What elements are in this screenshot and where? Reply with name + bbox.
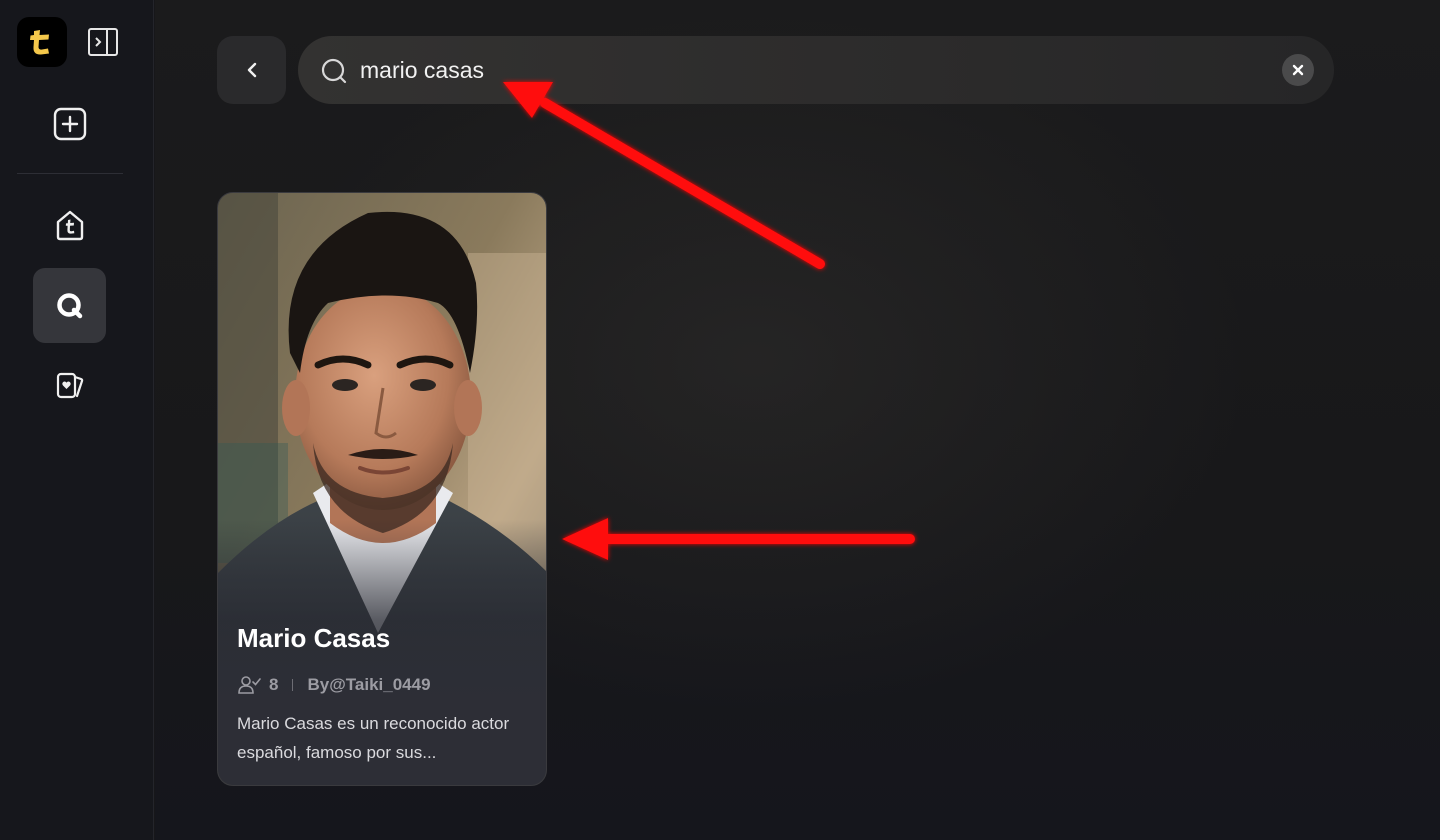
search-bar[interactable] [298, 36, 1334, 104]
card-author[interactable]: By@Taiki_0449 [307, 675, 430, 695]
meta-separator [292, 679, 294, 691]
sidebar-divider [17, 173, 123, 174]
chevron-left-icon [247, 62, 256, 78]
sidebar-toggle-icon [88, 28, 118, 56]
home-icon [56, 210, 84, 241]
sidebar-item-home[interactable] [33, 188, 107, 262]
cards-icon [56, 372, 84, 399]
card-description: Mario Casas es un reconocido actor españ… [237, 714, 510, 762]
search-input[interactable] [360, 52, 1260, 88]
search-icon [321, 58, 347, 84]
plus-square-icon [53, 107, 87, 141]
search-icon [56, 292, 82, 318]
followers-icon [238, 676, 261, 694]
card-gradient-overlay [218, 193, 546, 785]
close-icon [1292, 64, 1304, 76]
card-meta: 8 By@Taiki_0449 [237, 673, 431, 697]
clear-search-button[interactable] [1282, 54, 1314, 86]
sidebar-item-search[interactable] [33, 268, 106, 343]
main-content: Mario Casas 8 By@Taiki_0449 Mario Casas … [155, 0, 1440, 840]
followers-count: 8 [269, 675, 279, 694]
back-button[interactable] [217, 36, 286, 104]
character-card[interactable]: Mario Casas 8 By@Taiki_0449 Mario Casas … [217, 192, 547, 786]
sidebar-item-cards[interactable] [33, 348, 107, 422]
card-title: Mario Casas [237, 623, 391, 653]
create-new-button[interactable] [45, 99, 95, 149]
collapse-sidebar-button[interactable] [82, 21, 124, 63]
app-logo[interactable] [17, 17, 67, 67]
logo-icon [30, 30, 49, 55]
sidebar [0, 0, 154, 840]
